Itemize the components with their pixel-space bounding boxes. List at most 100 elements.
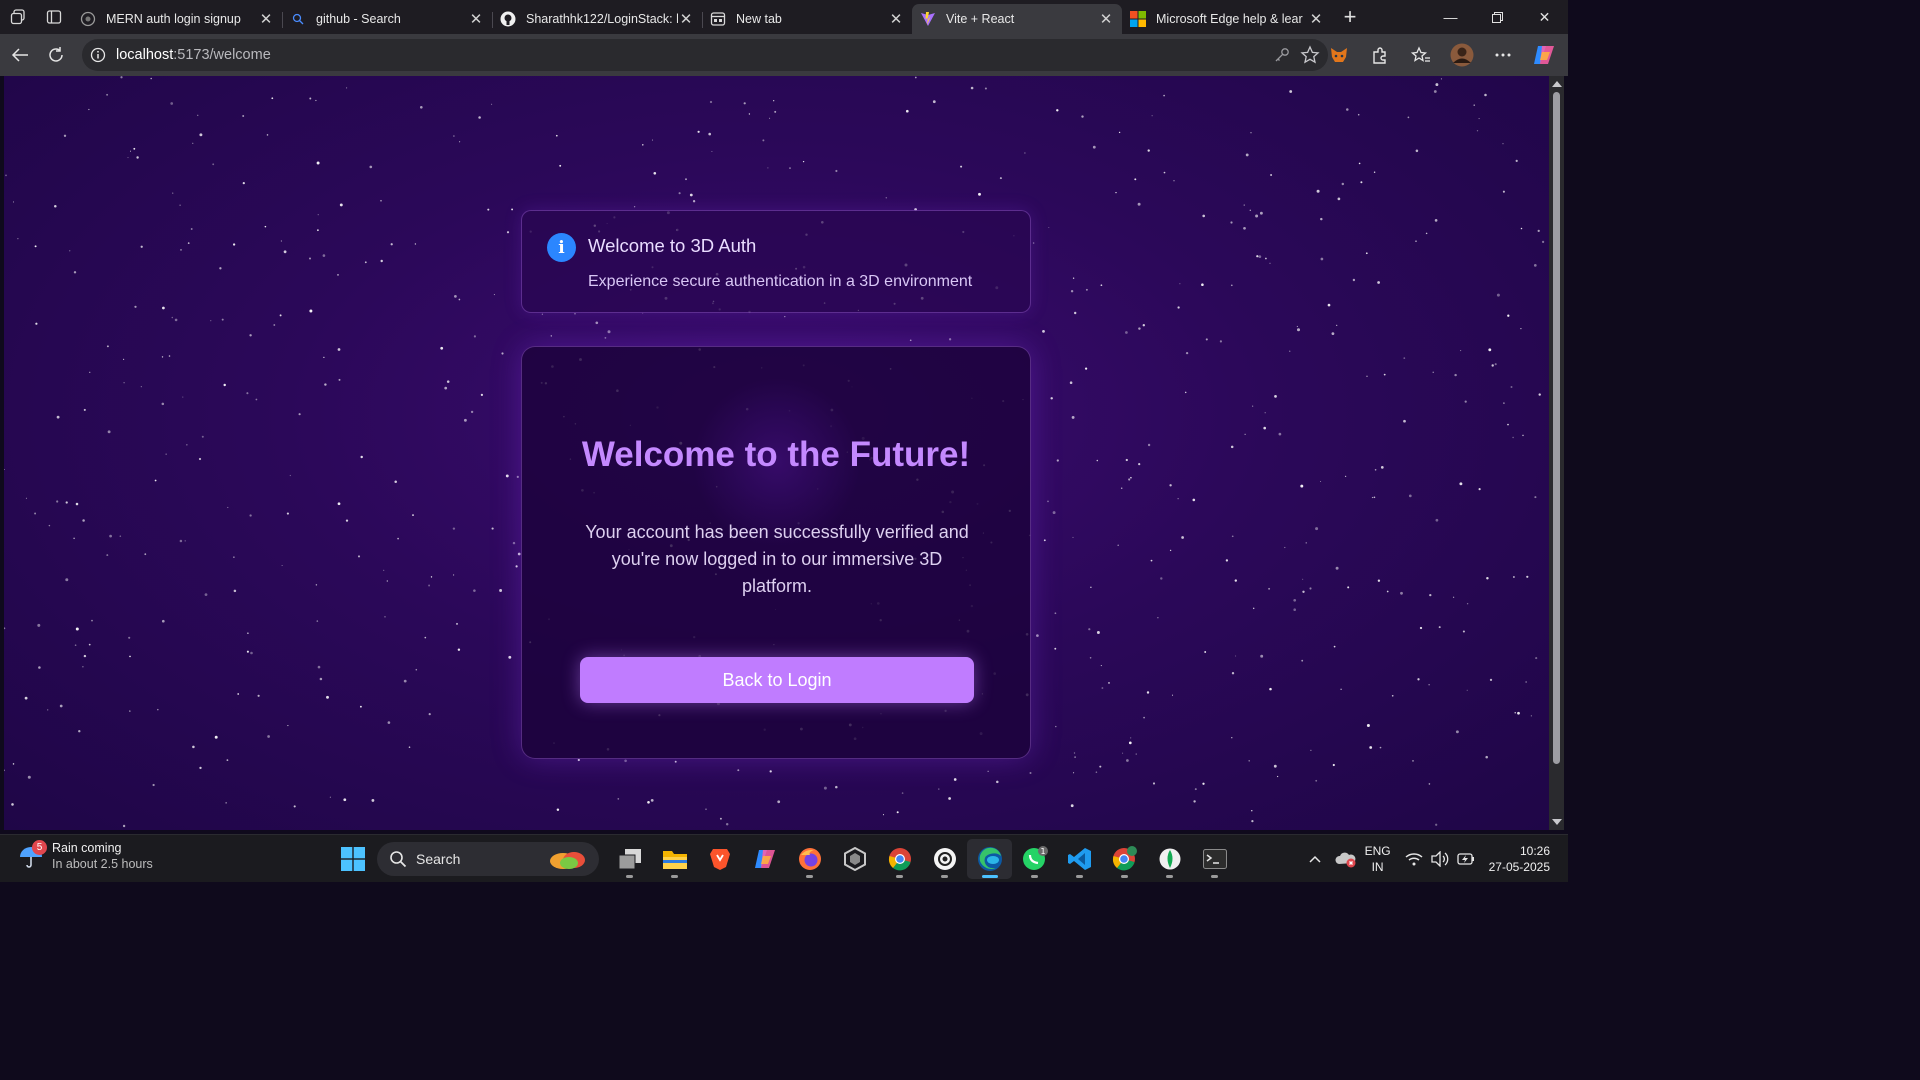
refresh-icon[interactable] bbox=[38, 39, 74, 71]
close-tab-icon[interactable]: ✕ bbox=[258, 10, 274, 28]
weather-widget[interactable]: 5 Rain coming In about 2.5 hours bbox=[18, 840, 153, 871]
close-tab-icon[interactable]: ✕ bbox=[468, 10, 484, 28]
close-tab-icon[interactable]: ✕ bbox=[1308, 10, 1324, 28]
star bbox=[1537, 229, 1540, 233]
whatsapp-icon[interactable]: 1 bbox=[1012, 839, 1057, 879]
close-window-icon[interactable]: ✕ bbox=[1521, 0, 1568, 34]
star bbox=[1260, 654, 1264, 658]
tab-mern-auth[interactable]: MERN auth login signup ✕ bbox=[72, 4, 282, 34]
star bbox=[802, 160, 805, 163]
star bbox=[1234, 579, 1237, 582]
star bbox=[1373, 496, 1376, 499]
star bbox=[480, 393, 484, 397]
star bbox=[948, 797, 951, 800]
star bbox=[316, 161, 320, 165]
edge-icon[interactable] bbox=[967, 839, 1012, 879]
url-text[interactable]: localhost:5173/welcome bbox=[116, 47, 271, 63]
file-explorer-icon[interactable] bbox=[652, 839, 697, 879]
brave-icon[interactable] bbox=[697, 839, 742, 879]
back-icon[interactable] bbox=[2, 39, 38, 71]
scroll-up-icon[interactable] bbox=[1552, 81, 1562, 87]
favorites-icon[interactable] bbox=[1403, 39, 1439, 71]
welcome-message: Your account has been successfully verif… bbox=[585, 522, 969, 596]
page-scrollbar[interactable] bbox=[1549, 76, 1564, 830]
address-bar[interactable]: localhost:5173/welcome bbox=[82, 39, 1328, 71]
star bbox=[122, 824, 126, 828]
workspaces-icon[interactable] bbox=[0, 0, 36, 34]
star bbox=[1460, 350, 1462, 352]
mongodb-compass-icon[interactable] bbox=[1147, 839, 1192, 879]
star bbox=[324, 383, 327, 386]
chrome-icon[interactable] bbox=[877, 839, 922, 879]
star bbox=[1096, 459, 1099, 462]
more-menu-icon[interactable] bbox=[1485, 39, 1521, 71]
unity-icon[interactable] bbox=[832, 839, 877, 879]
copilot-icon[interactable] bbox=[1526, 39, 1562, 71]
restore-icon[interactable] bbox=[1474, 0, 1521, 34]
star bbox=[709, 100, 713, 104]
star bbox=[73, 537, 75, 540]
onedrive-error-icon[interactable] bbox=[1335, 850, 1357, 868]
scroll-down-icon[interactable] bbox=[1552, 819, 1562, 825]
tab-github-repo[interactable]: Sharathhk122/LoginStack: l ✕ bbox=[492, 4, 702, 34]
star bbox=[1081, 115, 1084, 118]
password-key-icon[interactable] bbox=[1274, 47, 1290, 63]
vscode-icon[interactable] bbox=[1057, 839, 1102, 879]
tab-edge-help[interactable]: Microsoft Edge help & lear ✕ bbox=[1122, 4, 1332, 34]
language-code: ENG bbox=[1364, 844, 1391, 858]
terminal-icon[interactable] bbox=[1192, 839, 1237, 879]
star bbox=[767, 167, 769, 169]
extensions-icon[interactable] bbox=[1362, 39, 1398, 71]
microsoft-icon bbox=[1130, 11, 1146, 27]
metamask-icon[interactable] bbox=[1321, 39, 1357, 71]
chrome-profile-icon[interactable] bbox=[1102, 839, 1147, 879]
star bbox=[453, 135, 455, 137]
close-tab-icon[interactable]: ✕ bbox=[1098, 10, 1114, 28]
star bbox=[607, 330, 611, 334]
tab-title: github - Search bbox=[316, 12, 401, 26]
site-info-icon[interactable] bbox=[90, 47, 106, 63]
task-view-icon[interactable] bbox=[607, 839, 652, 879]
star bbox=[1284, 546, 1286, 549]
close-tab-icon[interactable]: ✕ bbox=[678, 10, 694, 28]
minimize-icon[interactable]: — bbox=[1427, 0, 1474, 34]
language-indicator[interactable]: ENG IN bbox=[1365, 843, 1391, 875]
star bbox=[1289, 90, 1293, 93]
star bbox=[359, 705, 362, 708]
star bbox=[1485, 755, 1488, 759]
star bbox=[1270, 174, 1273, 176]
wifi-icon[interactable] bbox=[1405, 852, 1423, 866]
profile-avatar[interactable] bbox=[1444, 39, 1480, 71]
star bbox=[1494, 363, 1497, 366]
taskbar-search[interactable]: Search bbox=[377, 842, 599, 876]
back-to-login-button[interactable]: Back to Login bbox=[580, 657, 974, 703]
star bbox=[1512, 436, 1514, 439]
battery-charging-icon[interactable] bbox=[1456, 851, 1475, 867]
close-tab-icon[interactable]: ✕ bbox=[888, 10, 904, 28]
scroll-thumb[interactable] bbox=[1553, 92, 1560, 764]
star bbox=[65, 578, 69, 582]
star bbox=[56, 500, 59, 503]
copilot-app-icon[interactable] bbox=[742, 839, 787, 879]
volume-icon[interactable] bbox=[1430, 851, 1449, 867]
star bbox=[315, 99, 317, 102]
star bbox=[214, 735, 218, 739]
new-tab-button[interactable]: + bbox=[1336, 3, 1364, 31]
star bbox=[459, 141, 461, 143]
favorite-star-icon[interactable] bbox=[1300, 45, 1320, 65]
star bbox=[4, 769, 5, 772]
chatgpt-icon[interactable] bbox=[922, 839, 967, 879]
info-icon: i bbox=[547, 233, 576, 262]
show-hidden-icons-icon[interactable] bbox=[1309, 855, 1321, 863]
tab-github-search[interactable]: github - Search ✕ bbox=[282, 4, 492, 34]
firefox-icon[interactable] bbox=[787, 839, 832, 879]
tab-new-tab[interactable]: New tab ✕ bbox=[702, 4, 912, 34]
star bbox=[1478, 488, 1481, 491]
star bbox=[1163, 94, 1165, 97]
vertical-tabs-icon[interactable] bbox=[36, 0, 72, 34]
start-button[interactable] bbox=[330, 839, 375, 879]
star bbox=[914, 76, 917, 79]
clock[interactable]: 10:26 27-05-2025 bbox=[1489, 843, 1550, 875]
star bbox=[1296, 325, 1299, 328]
tab-vite-react[interactable]: Vite + React ✕ bbox=[912, 4, 1122, 34]
